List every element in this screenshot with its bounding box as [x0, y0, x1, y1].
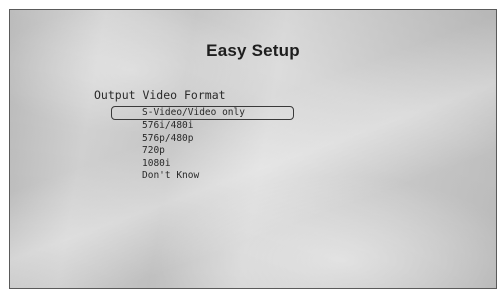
section-heading: Output Video Format: [94, 88, 226, 102]
output-format-options: S-Video/Video only 576i/480i 576p/480p 7…: [111, 106, 294, 183]
option-s-video[interactable]: S-Video/Video only: [111, 106, 294, 120]
option-576p-480p[interactable]: 576p/480p: [111, 133, 294, 146]
tv-setup-screen: Easy Setup Output Video Format S-Video/V…: [9, 9, 497, 289]
option-720p[interactable]: 720p: [111, 145, 294, 158]
option-576i-480i[interactable]: 576i/480i: [111, 120, 294, 133]
option-dont-know[interactable]: Don't Know: [111, 170, 294, 183]
page-title: Easy Setup: [206, 41, 300, 60]
option-1080i[interactable]: 1080i: [111, 158, 294, 171]
page-frame: Easy Setup Output Video Format S-Video/V…: [0, 0, 503, 300]
